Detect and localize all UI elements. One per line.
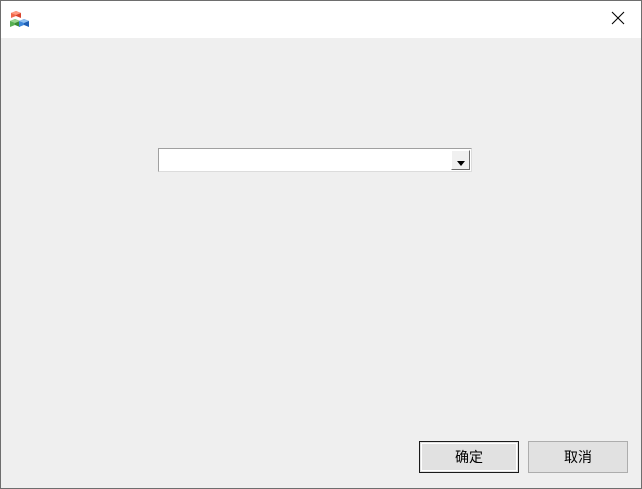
ok-button[interactable]: 确定 [419, 441, 519, 473]
title-bar[interactable] [1, 1, 641, 38]
combobox-dropdown-button[interactable] [451, 150, 470, 170]
close-button[interactable] [595, 1, 641, 38]
close-icon [611, 10, 625, 29]
chevron-down-icon [456, 151, 465, 170]
selection-combobox[interactable] [158, 148, 472, 172]
cancel-button[interactable]: 取消 [528, 441, 628, 473]
dialog-window: 确定 取消 [0, 0, 642, 489]
app-blocks-icon [10, 10, 30, 30]
